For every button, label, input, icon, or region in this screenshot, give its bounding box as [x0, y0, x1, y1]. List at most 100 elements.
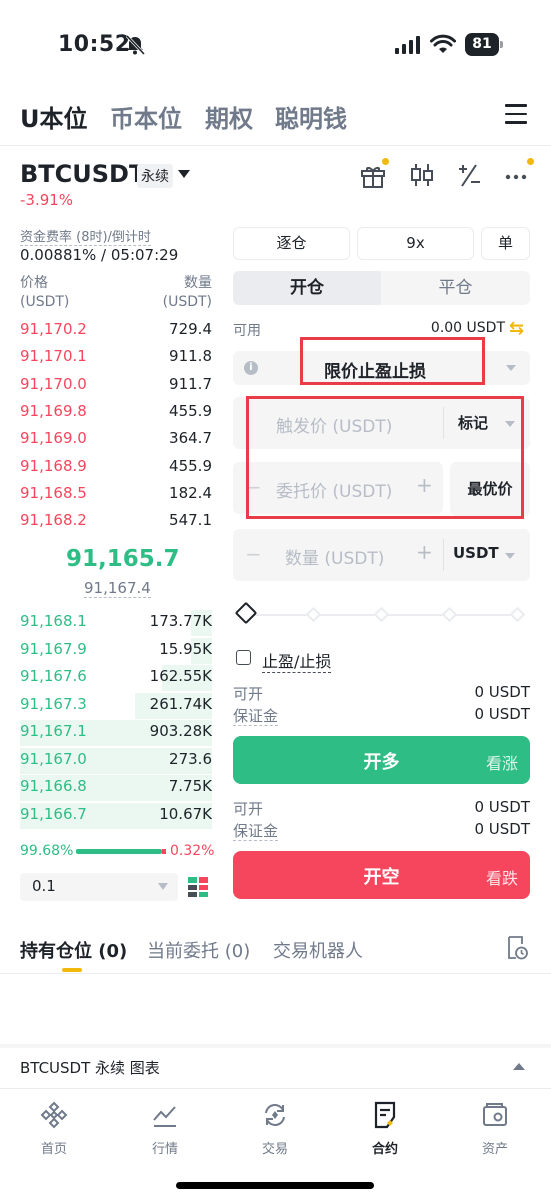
ask-price: 91,170.2 — [20, 320, 87, 338]
bid-row[interactable]: 91,168.1 173.77K — [20, 610, 212, 636]
open-short-sub: 看跌 — [485, 869, 518, 888]
slider-node[interactable] — [509, 606, 526, 623]
candlestick-icon[interactable] — [407, 160, 437, 190]
ask-row[interactable]: 91,168.9 455.9 — [20, 457, 212, 479]
bid-row[interactable]: 91,167.9 15.95K — [20, 637, 212, 664]
ask-row[interactable]: 91,168.2 547.1 — [20, 511, 212, 533]
available-value: 0.00 USDT — [430, 320, 505, 336]
gift-icon[interactable] — [358, 158, 389, 190]
highlight-box-price-fields — [246, 396, 524, 519]
ask-row[interactable]: 91,169.8 455.9 — [20, 402, 212, 424]
decrease-icon[interactable]: − — [245, 542, 262, 566]
slider-node[interactable] — [305, 606, 322, 623]
tab-usdt-m[interactable]: U本位 — [20, 99, 88, 134]
buy-ratio-bar — [76, 849, 162, 854]
margin-mode-button[interactable]: 逐仓 — [233, 227, 350, 260]
orderbook-layout-icon[interactable] — [187, 876, 209, 898]
nav-trade[interactable]: 交易 — [240, 1100, 310, 1157]
perpetual-badge: 永续 — [137, 164, 173, 188]
sell-ratio: 0.32% — [170, 843, 215, 859]
home-indicator[interactable] — [176, 1182, 374, 1189]
more-icon[interactable] — [502, 158, 534, 190]
nav-assets[interactable]: 资产 — [460, 1100, 530, 1157]
increase-icon[interactable]: + — [416, 540, 433, 564]
bid-row[interactable]: 91,167.0 273.6 — [20, 747, 212, 774]
open-long-button[interactable]: 开多 看涨 — [233, 736, 530, 784]
slider-handle[interactable] — [234, 601, 258, 625]
ask-qty: 455.9 — [169, 456, 212, 475]
nav-futures-label: 合约 — [371, 1142, 398, 1157]
sell-ratio-bar — [162, 849, 166, 854]
funding-rate-value: 0.00881% / 05:07:29 — [20, 246, 179, 264]
symbol-name[interactable]: BTCUSDT — [20, 160, 145, 188]
nav-home[interactable]: 首页 — [19, 1100, 89, 1157]
bid-qty: 903.28K — [149, 722, 212, 740]
ask-row[interactable]: 91,169.0 364.7 — [20, 429, 212, 451]
ask-qty: 547.1 — [169, 511, 212, 530]
bid-price: 91,166.7 — [20, 804, 87, 823]
chart-line-icon — [153, 1106, 176, 1127]
chevron-down-icon — [505, 553, 515, 559]
slider-node[interactable] — [373, 606, 390, 623]
depth-step-select[interactable]: 0.1 — [20, 873, 178, 901]
highlight-box-order-type — [300, 337, 485, 385]
bid-price: 91,167.1 — [20, 722, 87, 740]
quantity-placeholder: 数量 (USDT) — [285, 549, 385, 569]
mark-price[interactable]: 91,167.4 — [84, 579, 151, 598]
bid-qty: 15.95K — [159, 639, 212, 658]
order-history-icon[interactable] — [505, 935, 529, 961]
bid-qty: 273.6 — [169, 749, 212, 768]
chart-bar-label[interactable]: BTCUSDT 永续 图表 — [20, 1057, 160, 1078]
bid-row[interactable]: 91,167.1 903.28K — [20, 720, 212, 746]
funding-rate-label[interactable]: 资金费率 (8时)/倒计时 — [20, 226, 151, 246]
ask-row[interactable]: 91,168.5 182.4 — [20, 484, 212, 506]
ask-price: 91,170.0 — [20, 374, 87, 393]
tpsl-checkbox[interactable] — [236, 650, 251, 665]
quantity-field[interactable]: − 数量 (USDT) + USDT — [233, 529, 530, 581]
position-mode-button[interactable]: 单 — [481, 227, 530, 260]
bid-row[interactable]: 91,166.7 10.67K — [20, 802, 212, 829]
ask-row[interactable]: 91,170.1 911.8 — [20, 347, 212, 369]
bid-price: 91,167.9 — [20, 639, 87, 658]
symbol-dropdown-icon[interactable] — [178, 170, 190, 178]
ask-qty: 364.7 — [169, 429, 212, 448]
chevron-up-icon[interactable] — [513, 1063, 525, 1070]
tab-positions[interactable]: 持有仓位 (0) — [20, 937, 127, 963]
tpsl-label[interactable]: 止盈/止损 — [262, 648, 332, 673]
ask-price: 91,169.0 — [20, 429, 87, 448]
last-price[interactable]: 91,165.7 — [66, 546, 180, 572]
ask-row[interactable]: 91,170.0 911.7 — [20, 375, 212, 397]
battery-level: 81 — [465, 33, 499, 56]
bid-row[interactable]: 91,167.6 162.55K — [20, 665, 212, 691]
tab-close[interactable]: 平仓 — [381, 271, 530, 305]
bid-qty: 162.55K — [149, 667, 212, 685]
long-margin-label: 保证金 — [233, 707, 279, 726]
tab-open-orders[interactable]: 当前委托 (0) — [147, 937, 250, 963]
info-icon[interactable]: i — [244, 361, 258, 375]
nav-markets-label: 行情 — [151, 1142, 178, 1157]
quantity-unit-select[interactable]: USDT — [453, 544, 499, 562]
ask-qty: 729.4 — [169, 320, 212, 338]
menu-icon[interactable] — [505, 104, 527, 124]
nav-futures[interactable]: 合约 — [350, 1100, 420, 1157]
transfer-icon[interactable]: ⇆ — [509, 318, 524, 339]
tab-coin-m[interactable]: 币本位 — [110, 99, 182, 134]
tab-open[interactable]: 开仓 — [233, 271, 381, 305]
wallet-icon — [483, 1103, 507, 1126]
ask-row[interactable]: 91,170.2 729.4 — [20, 320, 212, 342]
chevron-down-icon — [506, 365, 516, 371]
bid-row[interactable]: 91,167.3 261.74K — [20, 692, 212, 719]
leverage-button[interactable]: 9x — [357, 227, 474, 260]
ask-price: 91,168.2 — [20, 511, 87, 530]
short-max-open-value: 0 USDT — [474, 798, 530, 816]
calculator-icon[interactable] — [454, 160, 484, 190]
tab-options[interactable]: 期权 — [205, 99, 253, 134]
futures-icon — [374, 1101, 396, 1129]
tab-trading-bots[interactable]: 交易机器人 — [273, 937, 363, 963]
long-margin-value: 0 USDT — [474, 705, 530, 723]
slider-node[interactable] — [441, 606, 458, 623]
bid-row[interactable]: 91,166.8 7.75K — [20, 775, 212, 801]
nav-markets[interactable]: 行情 — [130, 1100, 200, 1157]
tab-smart-money[interactable]: 聪明钱 — [275, 99, 347, 134]
open-short-button[interactable]: 开空 看跌 — [233, 851, 530, 899]
